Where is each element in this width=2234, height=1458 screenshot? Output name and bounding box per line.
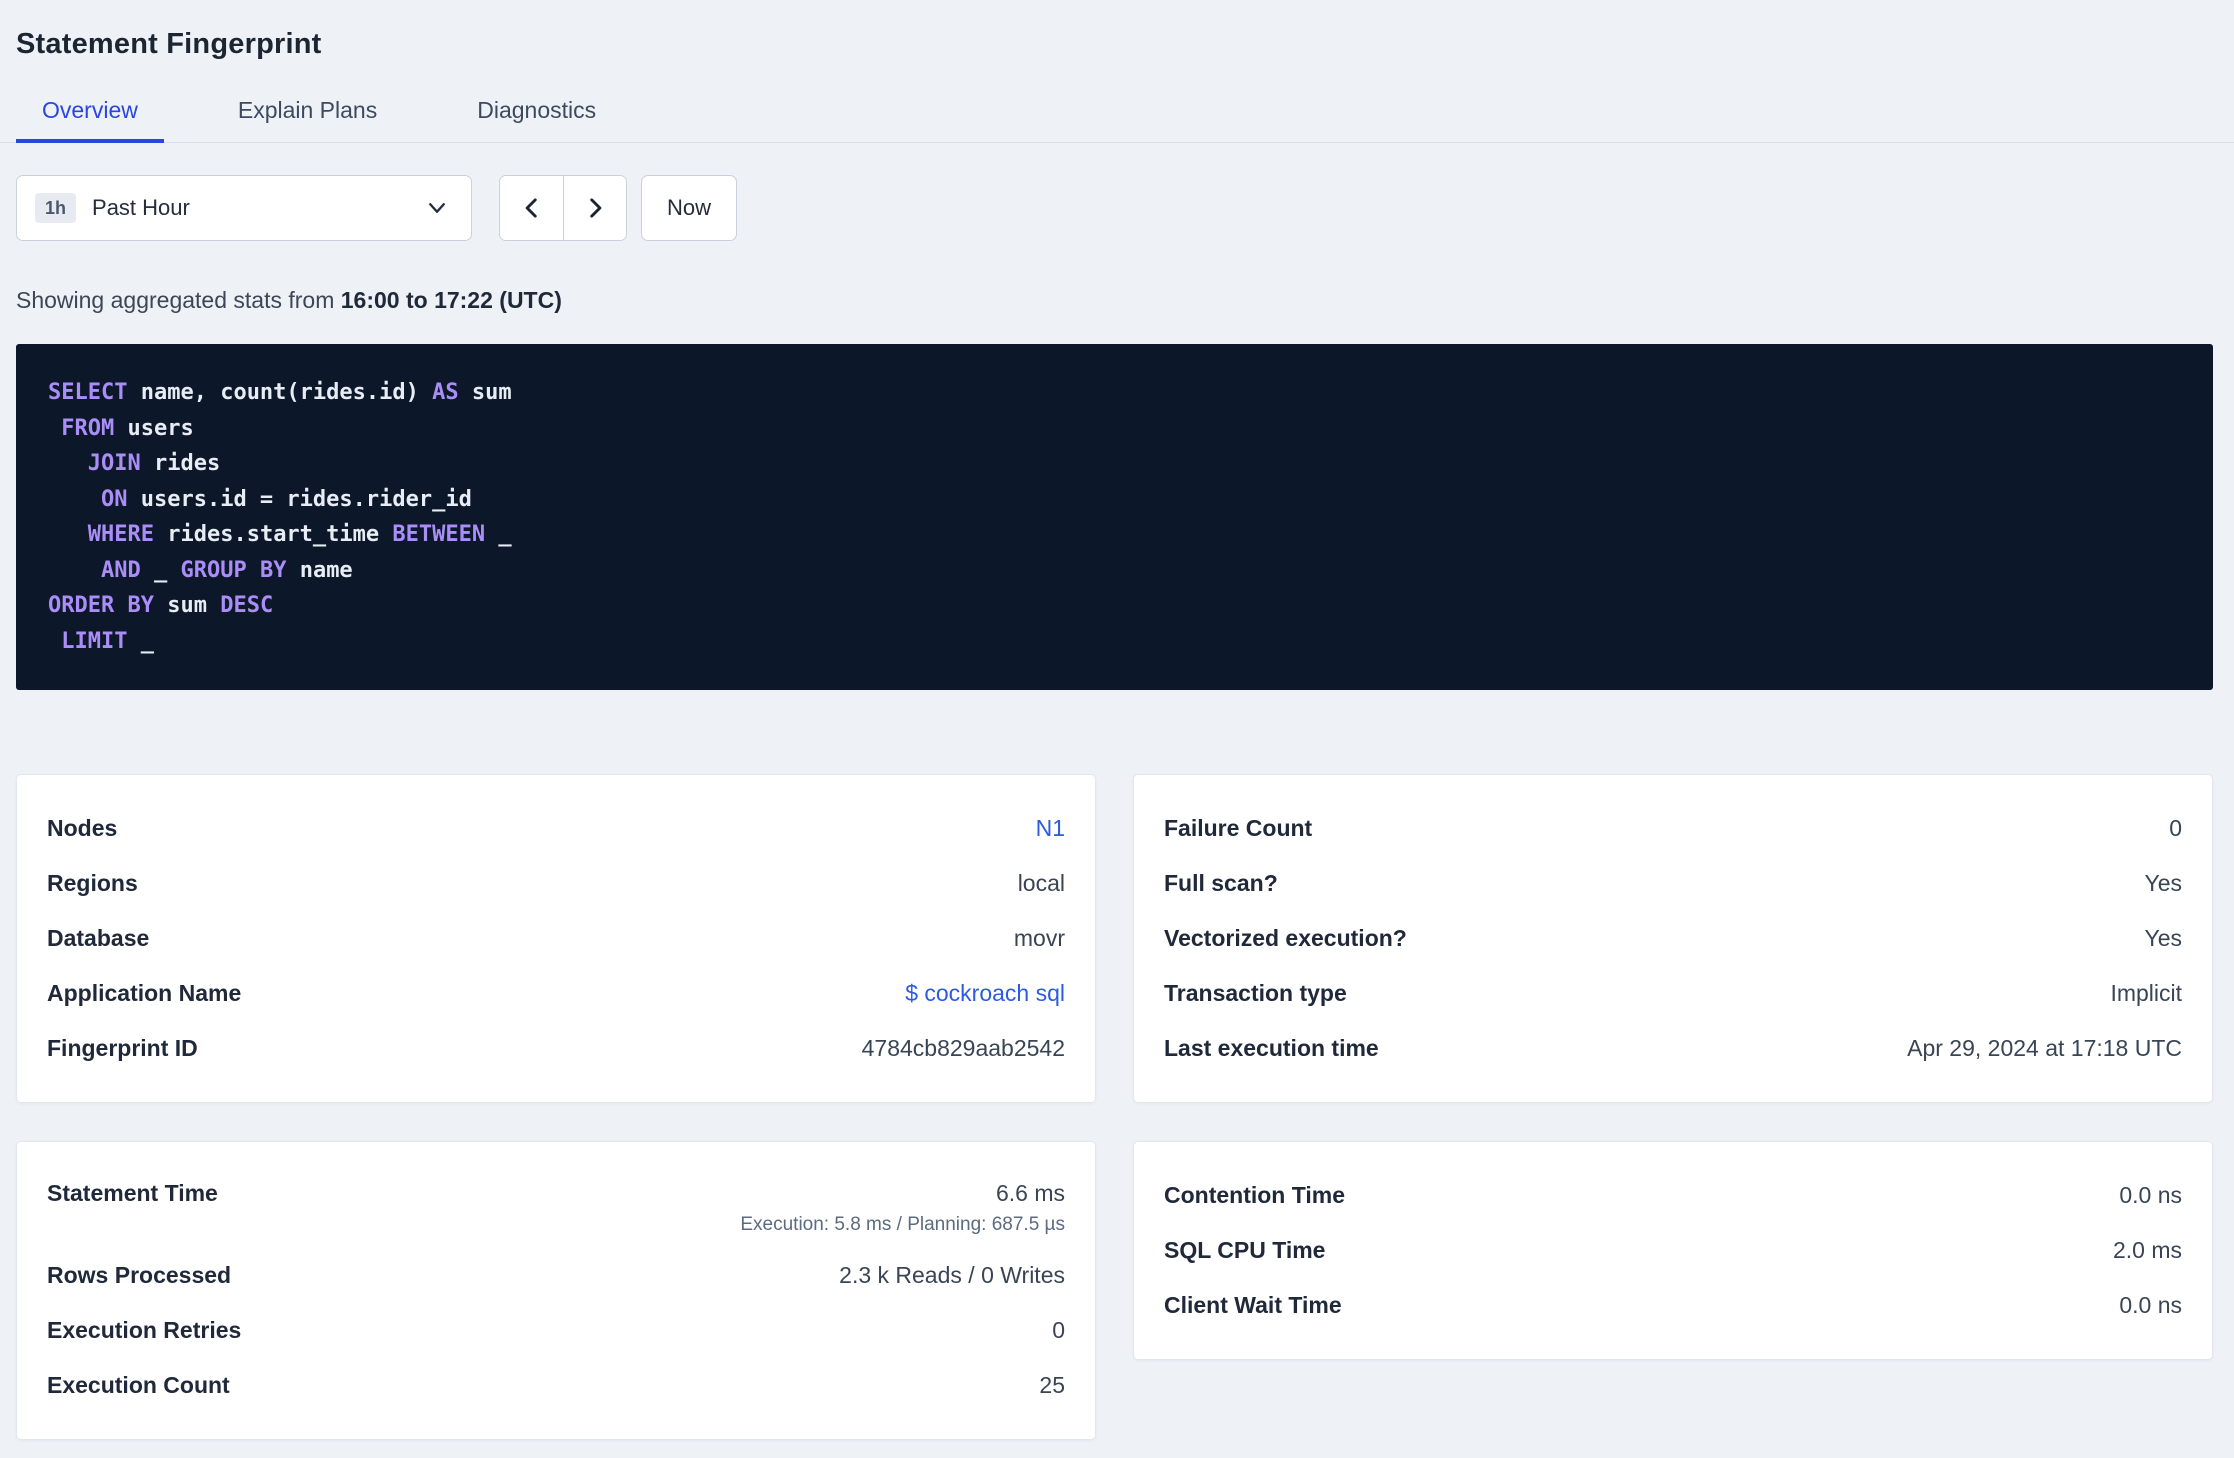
row-value: 4784cb829aab2542: [861, 1035, 1065, 1061]
card-row-fingerprint-id: Fingerprint ID 4784cb829aab2542: [47, 1021, 1065, 1076]
row-value: movr: [1013, 925, 1065, 951]
time-step-buttons: [499, 175, 627, 241]
sql-line: AND _ GROUP BY name: [100, 557, 353, 583]
prev-time-button[interactable]: [500, 176, 563, 240]
card-row-rows-processed: Rows Processed 2.3 k Reads / 0 Writes: [47, 1248, 1065, 1303]
card-row-regions: Regions local: [47, 856, 1065, 911]
card-row-application-name: Application Name $ cockroach sql: [47, 966, 1065, 1021]
row-label: Transaction type: [1164, 980, 1347, 1006]
chevron-down-icon: [425, 196, 449, 220]
time-range-label: Past Hour: [92, 195, 190, 220]
statement-details-card: Nodes N1 Regions local Database movr Applicati…: [16, 774, 1096, 1103]
row-label: Execution Retries: [47, 1317, 242, 1343]
row-subvalue: Execution: 5.8 ms / Planning: 687.5 µs: [740, 1214, 1065, 1235]
row-value: Apr 29, 2024 at 17:18 UTC: [1907, 1035, 2182, 1061]
sql-line: WHERE rides.start_time BETWEEN _: [87, 522, 512, 547]
tab-bar: Overview Explain Plans Diagnostics: [0, 97, 2234, 143]
card-row-nodes: Nodes N1: [47, 801, 1065, 856]
row-value: 0.0 ns: [2119, 1292, 2182, 1318]
row-value: 0: [2169, 815, 2182, 841]
statement-stats-card: Statement Time 6.6 ms Execution: 5.8 ms / …: [16, 1141, 1096, 1440]
time-range-dropdown[interactable]: 1h Past Hour: [16, 175, 472, 241]
row-value: 0.0 ns: [2119, 1182, 2182, 1208]
row-value: 6.6 ms: [995, 1180, 1065, 1206]
row-label: Failure Count: [1164, 815, 1313, 841]
card-row-execution-retries: Execution Retries 0: [47, 1303, 1065, 1358]
sql-line: JOIN rides: [87, 451, 221, 476]
row-label: Full scan?: [1164, 870, 1278, 896]
row-value: Implicit: [2110, 980, 2182, 1006]
card-row-database: Database movr: [47, 911, 1065, 966]
page-title: Statement Fingerprint: [16, 28, 322, 60]
row-value-link[interactable]: N1: [1036, 815, 1065, 842]
row-label: Last execution time: [1164, 1035, 1379, 1061]
row-value: 0: [1052, 1317, 1065, 1343]
tab-diagnostics[interactable]: Diagnostics: [451, 97, 622, 142]
sql-line: LIMIT _: [61, 628, 154, 654]
row-label: Vectorized execution?: [1164, 925, 1407, 951]
cards-grid: Nodes N1 Regions local Database movr Applicati…: [16, 774, 2213, 1440]
sql-line: ON users.id = rides.rider_id: [100, 486, 472, 512]
row-label: Execution Count: [47, 1372, 230, 1398]
row-value: Yes: [2144, 870, 2182, 896]
row-label: Database: [47, 925, 150, 951]
tab-overview[interactable]: Overview: [16, 97, 164, 143]
sql-line: SELECT name, count(rides.id) AS sum: [48, 380, 512, 405]
row-value: 25: [1039, 1372, 1065, 1398]
stats-time-range: 16:00 to 17:22 (UTC): [340, 287, 562, 313]
aggregated-stats-text: Showing aggregated stats from 16:00 to 1…: [16, 287, 2213, 314]
row-label: Statement Time: [47, 1180, 218, 1206]
sql-line: ORDER BY sum DESC: [48, 593, 274, 618]
row-label: Contention Time: [1164, 1182, 1346, 1208]
card-row-full-scan: Full scan? Yes: [1164, 856, 2182, 911]
row-label: Application Name: [47, 980, 242, 1006]
row-label: Nodes: [47, 815, 118, 841]
card-row-failure-count: Failure Count 0: [1164, 801, 2182, 856]
chevron-left-icon: [519, 195, 545, 221]
card-row-sql-cpu-time: SQL CPU Time 2.0 ms: [1164, 1223, 2182, 1278]
row-value: local: [1017, 870, 1065, 896]
card-row-client-wait-time: Client Wait Time 0.0 ns: [1164, 1278, 2182, 1333]
row-value: Yes: [2144, 925, 2182, 951]
card-row-transaction-type: Transaction type Implicit: [1164, 966, 2182, 1021]
chevron-right-icon: [582, 195, 608, 221]
row-value: 2.3 k Reads / 0 Writes: [839, 1262, 1065, 1288]
card-row-contention-time: Contention Time 0.0 ns: [1164, 1168, 2182, 1223]
sql-statement: SELECT name, count(rides.id) AS sum FROM…: [16, 344, 2213, 690]
row-label: SQL CPU Time: [1164, 1237, 1326, 1263]
card-row-execution-count: Execution Count 25: [47, 1358, 1065, 1413]
row-label: Client Wait Time: [1164, 1292, 1342, 1318]
row-value: 2.0 ms: [2112, 1237, 2182, 1263]
stats-prefix: Showing aggregated stats from: [16, 287, 341, 313]
row-label: Rows Processed: [47, 1262, 232, 1288]
card-row-vectorized-execution: Vectorized execution? Yes: [1164, 911, 2182, 966]
time-controls: 1h Past Hour Now: [16, 175, 2213, 241]
row-value-link[interactable]: $ cockroach sql: [905, 980, 1065, 1007]
statement-fingerprint-page: Statement Fingerprint Overview Explain Pl…: [0, 0, 2234, 1440]
timing-stats-card: Contention Time 0.0 ns SQL CPU Time 2.0 ms C…: [1133, 1141, 2213, 1360]
next-time-button[interactable]: [563, 176, 626, 240]
execution-attributes-card: Failure Count 0 Full scan? Yes Vectorized ex…: [1133, 774, 2213, 1103]
tab-explain-plans[interactable]: Explain Plans: [212, 97, 403, 142]
sql-line: FROM users: [61, 415, 194, 441]
row-label: Fingerprint ID: [47, 1035, 198, 1061]
card-row-last-execution-time: Last execution time Apr 29, 2024 at 17:18…: [1164, 1021, 2182, 1076]
now-button[interactable]: Now: [641, 175, 737, 241]
card-row-statement-time: Statement Time 6.6 ms Execution: 5.8 ms / …: [47, 1168, 1065, 1248]
time-range-badge: 1h: [35, 193, 77, 223]
row-label: Regions: [47, 870, 138, 896]
